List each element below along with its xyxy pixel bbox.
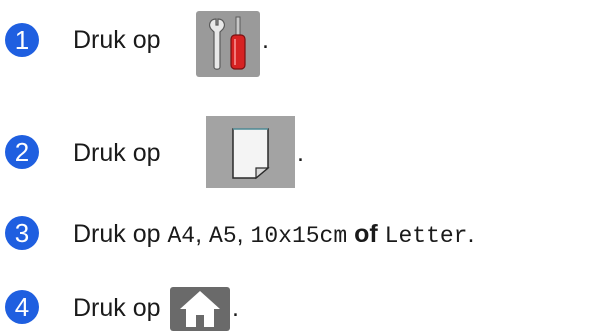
home-button[interactable]	[170, 285, 230, 331]
option-a5: A5	[209, 223, 237, 249]
step-3-prefix: Druk op	[73, 220, 161, 248]
step-2-text: Druk op	[73, 139, 161, 167]
separator: ,	[236, 220, 244, 248]
paper-size-icon	[206, 116, 295, 188]
step-2-suffix: .	[297, 139, 304, 167]
tools-icon	[209, 16, 246, 70]
step-number-3: 3	[5, 216, 39, 250]
option-letter: Letter	[384, 223, 468, 249]
step-1-suffix: .	[262, 26, 269, 54]
step-4-text: Druk op	[73, 294, 161, 322]
step-1-text: Druk op	[73, 26, 161, 54]
paper-size-button[interactable]	[206, 116, 295, 188]
step-3-text: Druk op A4, A5, 10x15cm of Letter.	[73, 219, 474, 251]
home-icon	[170, 287, 230, 331]
option-10x15cm: 10x15cm	[250, 223, 348, 249]
step-number-4: 4	[5, 290, 39, 324]
tools-button[interactable]	[196, 11, 260, 77]
step-3-suffix: .	[467, 220, 475, 248]
separator: ,	[195, 220, 203, 248]
step-number-1: 1	[5, 23, 39, 57]
conjunction: of	[354, 220, 378, 248]
step-4-suffix: .	[232, 294, 239, 322]
step-number-2: 2	[5, 135, 39, 169]
option-a4: A4	[167, 223, 196, 249]
